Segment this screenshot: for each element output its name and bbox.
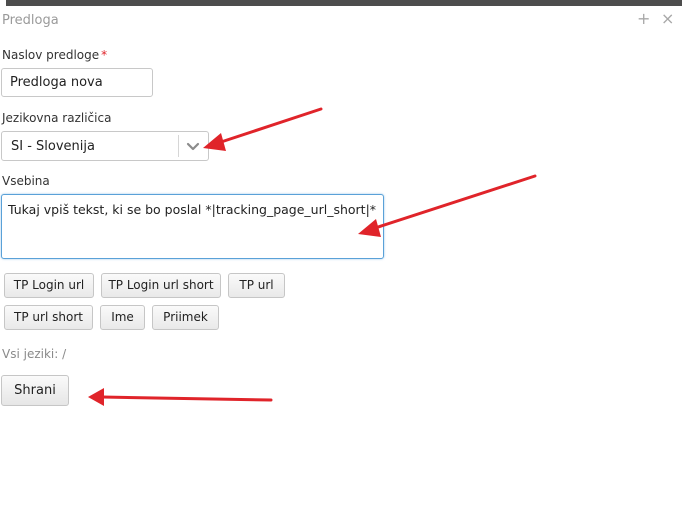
required-marker: * — [101, 48, 108, 62]
language-label: Jezikovna različica — [2, 111, 112, 125]
arrow-to-content-textarea — [358, 174, 537, 237]
language-select-value: SI - Slovenija — [11, 139, 95, 154]
title-input[interactable]: Predloga nova — [1, 68, 153, 97]
insert-tp-url-short-button[interactable]: TP url short — [4, 305, 93, 330]
plus-icon[interactable]: + — [637, 11, 650, 27]
title-label: Naslov predloge * — [2, 48, 108, 62]
content-textarea[interactable]: Tukaj vpiš tekst, ki se bo poslal *|trac… — [1, 194, 384, 259]
all-languages-text: Vsi jeziki: / — [2, 347, 67, 361]
top-bar — [0, 0, 682, 6]
insert-tp-login-url-button[interactable]: TP Login url — [4, 273, 94, 298]
select-divider — [178, 135, 179, 157]
close-icon[interactable]: × — [661, 11, 674, 27]
chevron-down-icon[interactable] — [185, 138, 201, 154]
top-bar-gap — [0, 0, 6, 6]
arrow-to-language-select — [203, 107, 323, 151]
insert-ime-button[interactable]: Ime — [100, 305, 145, 330]
insert-priimek-button[interactable]: Priimek — [152, 305, 219, 330]
insert-tp-login-url-short-button[interactable]: TP Login url short — [101, 273, 221, 298]
arrow-to-save-button — [88, 388, 273, 406]
content-label: Vsebina — [2, 174, 50, 188]
save-button[interactable]: Shrani — [1, 375, 69, 406]
window-title: Predloga — [2, 13, 59, 28]
language-select[interactable]: SI - Slovenija — [1, 131, 209, 161]
insert-tp-url-button[interactable]: TP url — [228, 273, 285, 298]
